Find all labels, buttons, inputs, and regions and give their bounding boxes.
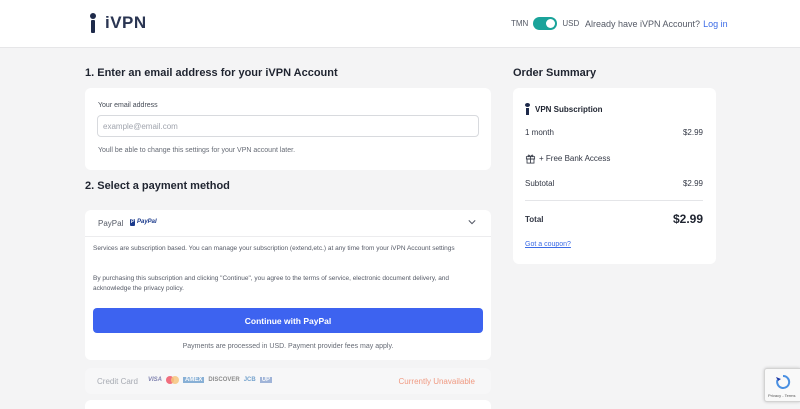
paypal-info-terms: By purchasing this subscription and clic…	[93, 275, 450, 292]
paypal-logo-text: PayPal	[137, 219, 157, 225]
email-section-title: 1. Enter an email address for your iVPN …	[85, 67, 338, 79]
recaptcha-text: Privacy - Terms	[768, 393, 796, 398]
next-payment-option	[85, 400, 491, 409]
product-heading: VPN Subscription	[525, 103, 603, 115]
coupon-link[interactable]: Got a coupon?	[525, 241, 571, 248]
summary-row-plan: 1 month $2.99	[525, 128, 703, 137]
summary-row-subtotal: Subtotal $2.99	[525, 179, 703, 188]
bonus-label: + Free Bank Access	[539, 154, 611, 163]
email-field-label: Your email address	[98, 102, 158, 109]
logo-mark-icon	[89, 13, 97, 33]
card-brands: VISA AMEX DISCOVER JCB UP	[148, 376, 276, 384]
order-summary-title: Order Summary	[513, 67, 597, 79]
email-note: Youll be able to change this settings fo…	[98, 147, 296, 154]
account-prompt: Already have iVPN Account? Log in	[585, 19, 728, 29]
top-bar: iVPN TMN USD Already have iVPN Account? L…	[0, 0, 800, 48]
email-field[interactable]	[97, 115, 479, 137]
subtotal-value: $2.99	[682, 179, 703, 188]
credit-card-label: Credit Card	[97, 377, 138, 386]
jcb-icon: JCB	[243, 377, 256, 383]
total-value: $2.99	[672, 212, 703, 226]
payment-footnote: Payments are processed in USD. Payment p…	[182, 343, 394, 350]
brand-logo[interactable]: iVPN	[89, 13, 147, 33]
credit-card-status: Currently Unavailable	[398, 377, 475, 386]
discover-icon: DISCOVER	[208, 377, 240, 383]
unionpay-icon: UP	[259, 377, 273, 383]
chevron-down-icon[interactable]	[468, 218, 476, 226]
amex-icon: AMEX	[183, 377, 205, 383]
login-link[interactable]: Log in	[703, 19, 728, 29]
product-logo-icon	[525, 103, 530, 115]
recaptcha-icon	[776, 374, 791, 389]
visa-icon: VISA	[148, 377, 163, 383]
currency-right-label: USD	[562, 19, 580, 28]
recaptcha-badge[interactable]: Privacy - Terms	[764, 368, 800, 402]
currency-switch: TMN USD	[511, 17, 579, 30]
paypal-header[interactable]: PayPal P PayPal	[85, 210, 491, 237]
paypal-card: PayPal P PayPal Services are subscription…	[85, 210, 491, 360]
currency-toggle[interactable]	[533, 17, 558, 30]
email-card: Your email address Youll be able to chan…	[85, 88, 491, 170]
paypal-mark-icon: P	[130, 219, 135, 226]
mastercard-icon	[166, 376, 180, 384]
paypal-label: PayPal	[98, 219, 124, 228]
gift-icon	[525, 154, 536, 164]
subtotal-label: Subtotal	[525, 179, 555, 188]
product-name: VPN Subscription	[535, 104, 603, 114]
total-label: Total	[525, 214, 544, 224]
order-summary-card: VPN Subscription 1 month $2.99 + Free Ba…	[513, 88, 716, 264]
account-prompt-text: Already have iVPN Account?	[585, 19, 701, 29]
summary-row-total: Total $2.99	[525, 212, 703, 226]
payment-section-title: 2. Select a payment method	[85, 180, 230, 192]
continue-with-paypal-button[interactable]: Continue with PayPal	[93, 308, 483, 333]
paypal-info-subscription: Services are subscription based. You can…	[93, 245, 455, 252]
summary-divider	[525, 200, 703, 201]
paypal-logo: P PayPal	[130, 219, 157, 226]
plan-price: $2.99	[682, 128, 703, 137]
currency-left-label: TMN	[511, 19, 529, 28]
brand-name: iVPN	[105, 13, 147, 32]
credit-card-option: Credit Card VISA AMEX DISCOVER JCB UP Cu…	[85, 368, 491, 394]
summary-row-bonus: + Free Bank Access	[525, 153, 703, 164]
plan-label: 1 month	[525, 128, 554, 137]
